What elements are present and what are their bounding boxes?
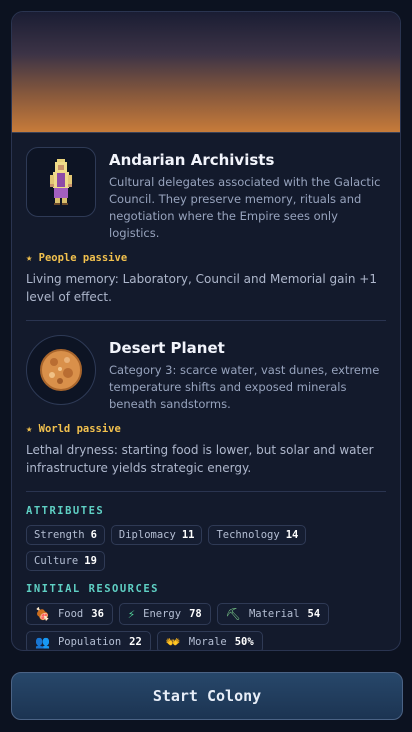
resource-value: 54 bbox=[307, 608, 321, 620]
start-colony-button[interactable]: Start Colony bbox=[11, 672, 403, 720]
resource-name: Energy bbox=[143, 608, 182, 620]
attribute-value: 14 bbox=[285, 529, 299, 541]
planet-passive-title: ★ World passive bbox=[26, 423, 121, 435]
species-passive-title: ★ People passive bbox=[26, 252, 128, 264]
attribute-name: Strength bbox=[34, 529, 85, 541]
species-passive-text: Living memory: Laboratory, Council and M… bbox=[26, 272, 377, 304]
section-divider bbox=[26, 320, 386, 321]
planet-banner bbox=[12, 12, 400, 133]
resource-morale: 👐 Morale 50% bbox=[156, 631, 263, 650]
planet-section: Desert Planet Category 3: scarce water, … bbox=[12, 335, 400, 492]
species-section: Andarian Archivists Cultural delegates a… bbox=[12, 133, 400, 321]
desert-planet-icon bbox=[40, 349, 82, 391]
resource-name: Food bbox=[57, 608, 84, 620]
planet-portrait bbox=[26, 335, 96, 405]
planet-description: Category 3: scarce water, vast dunes, ex… bbox=[109, 363, 380, 411]
resource-name: Population bbox=[57, 636, 122, 648]
attributes-section: ATTRIBUTES Strength 6 Diplomacy 11 Techn… bbox=[12, 505, 400, 650]
planet-passive-text: Lethal dryness: starting food is lower, … bbox=[26, 443, 374, 475]
attribute-strength: Strength 6 bbox=[26, 525, 105, 545]
attributes-list: Strength 6 Diplomacy 11 Technology 14 Cu… bbox=[26, 525, 386, 571]
resources-list: 🍖 Food 36 ⚡ Energy 78 ⛏ Material 54 👥 Po… bbox=[26, 603, 386, 650]
attribute-value: 19 bbox=[84, 555, 97, 567]
resource-name: Material bbox=[248, 608, 300, 620]
food-icon: 🍖 bbox=[35, 607, 50, 621]
attribute-name: Diplomacy bbox=[118, 529, 176, 541]
attribute-technology: Technology 14 bbox=[208, 525, 307, 545]
colony-card: Andarian Archivists Cultural delegates a… bbox=[11, 11, 401, 651]
resource-value: 50% bbox=[234, 636, 254, 648]
planet-name: Desert Planet bbox=[109, 339, 225, 357]
resource-material: ⛏ Material 54 bbox=[216, 603, 330, 625]
resource-name: Morale bbox=[188, 636, 227, 648]
section-divider bbox=[26, 491, 386, 492]
resource-food: 🍖 Food 36 bbox=[26, 603, 113, 625]
material-icon: ⛏ bbox=[225, 607, 241, 621]
archivist-sprite-icon bbox=[50, 159, 72, 205]
attributes-label: ATTRIBUTES bbox=[26, 505, 105, 517]
resource-value: 78 bbox=[189, 608, 202, 620]
attribute-name: Technology bbox=[216, 529, 280, 541]
resources-label: INITIAL RESOURCES bbox=[26, 583, 159, 595]
resource-population: 👥 Population 22 bbox=[26, 631, 151, 650]
energy-icon: ⚡ bbox=[127, 607, 136, 621]
attribute-name: Culture bbox=[34, 555, 79, 567]
attribute-diplomacy: Diplomacy 11 bbox=[110, 525, 203, 545]
attribute-value: 6 bbox=[90, 529, 97, 541]
attribute-culture: Culture 19 bbox=[26, 551, 105, 571]
resource-value: 22 bbox=[129, 636, 142, 648]
resource-energy: ⚡ Energy 78 bbox=[118, 603, 211, 625]
species-description: Cultural delegates associated with the G… bbox=[109, 175, 381, 240]
resource-value: 36 bbox=[91, 608, 104, 620]
attribute-value: 11 bbox=[181, 529, 195, 541]
species-name: Andarian Archivists bbox=[109, 151, 275, 169]
species-portrait bbox=[26, 147, 96, 217]
morale-icon: 👐 bbox=[165, 635, 181, 649]
population-icon: 👥 bbox=[35, 635, 50, 649]
